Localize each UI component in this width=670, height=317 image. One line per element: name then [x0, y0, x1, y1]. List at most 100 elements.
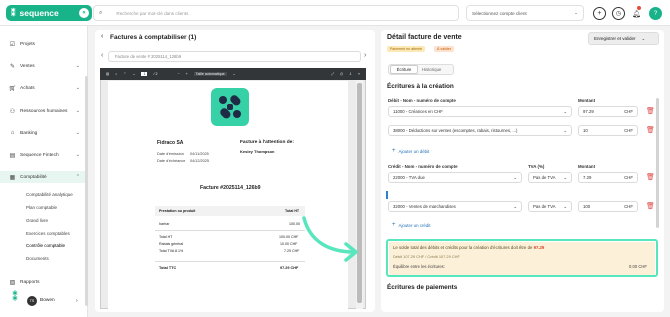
pdf-scrollbar-thumb[interactable]: [357, 83, 362, 303]
pdf-scrollbar[interactable]: [356, 80, 363, 309]
currency: CHF: [624, 128, 633, 133]
sidebar-item-achats[interactable]: 🛒︎ Achats ⌄: [0, 82, 86, 94]
chevron-down-icon: ⌄: [641, 35, 646, 41]
sidebar-item-label: Rapports: [20, 279, 40, 285]
clock-icon[interactable]: ◷: [612, 7, 625, 20]
search-input[interactable]: ⌕ Recherche par mot-clé dans clients: [93, 5, 459, 21]
section-creation: Écritures à la création: [387, 83, 454, 90]
credit-account-select[interactable]: 22000 - TVA due ⌄: [388, 172, 522, 183]
add-icon[interactable]: +: [593, 7, 606, 20]
invoice-file-select[interactable]: Facture de vente # 2025114_126b9: [108, 51, 361, 62]
sidebar-item-label: Comptabilité: [20, 174, 47, 180]
chevron-down-icon: ⌄: [75, 130, 80, 136]
subitem-grand-livre[interactable]: Grand livre: [26, 218, 48, 223]
detail-scrollbar[interactable]: [656, 98, 659, 228]
seller-name: Fidraco SA: [157, 140, 184, 146]
trash-icon[interactable]: 🗑︎: [646, 173, 655, 181]
page-count: / 2: [153, 72, 158, 76]
debit-account-select[interactable]: 11000 - Créances en CHF ⌄: [388, 106, 572, 117]
detail-title: Détail facture de vente: [387, 34, 462, 41]
section-payments: Écritures de paiements: [387, 284, 458, 291]
avatar[interactable]: TS: [27, 296, 37, 306]
collapse-sidebar-icon[interactable]: «: [79, 8, 89, 18]
credit-amount-input[interactable]: 100 CHF: [578, 201, 638, 212]
search-icon[interactable]: ⌕: [115, 72, 117, 76]
annotation-arrow: [302, 216, 358, 262]
currency: CHF: [624, 175, 633, 180]
sidebar-scrollbar[interactable]: [85, 76, 88, 306]
chart-icon: ▨: [9, 279, 16, 286]
sidebar-item-label: Banking: [20, 130, 38, 136]
tab-historique[interactable]: Historique: [422, 67, 441, 72]
tva-value: Pas de TVA: [533, 204, 556, 209]
chevron-down-icon: ⌄: [574, 10, 578, 15]
montant-label: Montant: [578, 98, 596, 103]
add-debit-button[interactable]: + Ajouter un débit: [392, 148, 429, 154]
tab-ecriture[interactable]: Écriture: [390, 65, 418, 74]
notice-text-line: Le solde total des débits et crédits pou…: [393, 245, 544, 250]
sidebar-item-fintech[interactable]: ▤ Sequence Fintech ⌄: [0, 149, 86, 161]
sidebar-item-projets[interactable]: ☑ Projets: [0, 38, 86, 50]
tva-amount: 7.29 CHF: [284, 249, 300, 253]
back-icon[interactable]: ‹: [101, 33, 103, 40]
rabais-label: Rabais général: [159, 242, 184, 246]
debit-amount-input[interactable]: 10 CHF: [578, 125, 638, 136]
account-value: 22000 - TVA due: [393, 175, 425, 180]
issue-date-label: Date d'émission: [157, 152, 184, 156]
sidebar-item-rh[interactable]: ⚇ Ressources humaines ⌄: [0, 105, 86, 117]
subitem-documents[interactable]: Documents: [26, 256, 49, 261]
sidebar-item-comptabilite[interactable]: ▦ Comptabilité ⌃: [0, 171, 86, 183]
chevron-down-icon: ⌄: [563, 127, 567, 133]
fintech-icon: ▤: [9, 152, 16, 159]
sidebar-item-label: Achats: [20, 85, 35, 91]
status-badge-validate: À valider: [434, 46, 454, 52]
save-label: Enregistrer et valider: [594, 36, 636, 41]
tools-icon[interactable]: »: [358, 72, 360, 76]
brand-logo[interactable]: ⁑ sequence «: [6, 5, 92, 21]
tva-select[interactable]: Pas de TVA ⌄: [528, 201, 572, 212]
save-validate-button[interactable]: Enregistrer et valider ⌄: [588, 32, 659, 45]
save-icon[interactable]: ⇩: [349, 72, 352, 76]
company-logo: [211, 88, 249, 126]
credit-account-select[interactable]: 32000 - Ventes de marchandises ⌄: [388, 201, 522, 212]
subitem-plan-comptable[interactable]: Plan comptable: [26, 205, 57, 210]
panel-title: Factures à comptabiliser (1): [110, 34, 197, 41]
trash-icon[interactable]: 🗑︎: [646, 126, 655, 134]
issue-date: 04/11/2025: [190, 152, 209, 156]
subitem-analytique[interactable]: Comptabilité analytique: [26, 192, 73, 197]
page-number[interactable]: 1: [141, 72, 148, 76]
user-company-logo[interactable]: ⁑: [8, 290, 22, 304]
debit-account-select[interactable]: 38000 - Déductions sur ventes (escomptes…: [388, 125, 572, 136]
help-icon[interactable]: ?: [649, 7, 662, 20]
next-invoice-icon[interactable]: ›: [364, 52, 366, 59]
credit-amount-input[interactable]: 7.29 CHF: [578, 172, 638, 183]
zoom-out-icon[interactable]: −: [177, 72, 179, 76]
trash-icon[interactable]: 🗑︎: [646, 107, 655, 115]
user-name[interactable]: Bowen: [40, 298, 55, 303]
logo-icon: ⁑: [11, 7, 16, 18]
prev-invoice-icon[interactable]: ‹: [101, 52, 103, 59]
tva-select[interactable]: Pas de TVA ⌄: [528, 172, 572, 183]
search-placeholder: Recherche par mot-clé dans clients: [116, 10, 189, 16]
zoom-in-icon[interactable]: +: [186, 72, 188, 76]
subitem-exercices[interactable]: Exercices comptables: [26, 231, 70, 236]
page-up-icon[interactable]: ⌃: [123, 72, 126, 76]
trash-icon[interactable]: 🗑︎: [646, 202, 655, 210]
ledger-icon: ▦: [9, 174, 16, 181]
print-icon[interactable]: ⎙: [340, 72, 343, 76]
sidebar-item-rapports[interactable]: ▨ Rapports: [0, 276, 86, 288]
sidebar-item-ventes[interactable]: ✎ Ventes ⌄: [0, 60, 86, 72]
page-down-icon[interactable]: ⌄: [132, 72, 135, 76]
add-credit-button[interactable]: + Ajouter un crédit: [392, 222, 431, 228]
debit-amount-input[interactable]: 97.29 CHF: [578, 106, 638, 117]
total-ht-label: Total HT: [159, 235, 173, 239]
chevron-right-icon[interactable]: ›: [76, 298, 78, 304]
company-select[interactable]: Sélectionnez compte client ⌄: [466, 5, 584, 21]
subitem-controle[interactable]: Contrôle comptable: [26, 243, 65, 248]
check-square-icon: ☑: [9, 41, 16, 48]
presentation-icon[interactable]: ⤢: [331, 72, 334, 76]
sidebar-toggle-icon[interactable]: ▥: [106, 72, 109, 76]
account-value: 38000 - Déductions sur ventes (escomptes…: [393, 128, 518, 133]
zoom-select[interactable]: Taille automatique: [193, 72, 227, 76]
sidebar-item-banking[interactable]: ⌂ Banking ⌄: [0, 127, 86, 139]
